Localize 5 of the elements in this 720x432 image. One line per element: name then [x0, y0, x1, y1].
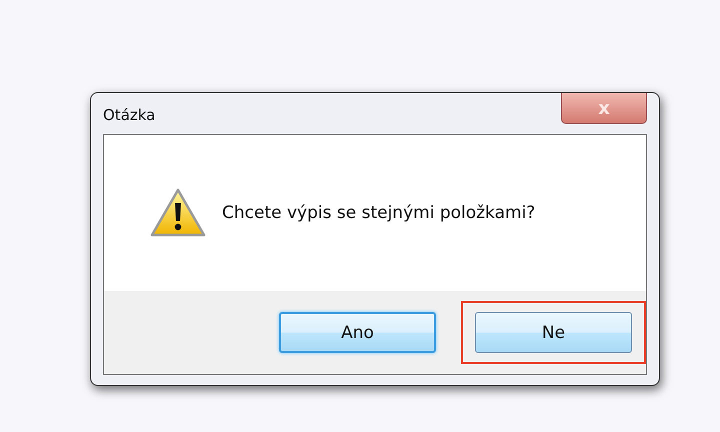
warning-icon: [150, 188, 206, 238]
window-title: Otázka: [103, 106, 156, 124]
dialog-button[interactable]: Ne: [475, 312, 632, 353]
message-text: Chcete výpis se stejnými položkami?: [222, 203, 536, 223]
dialog-button[interactable]: Ano: [279, 312, 436, 353]
